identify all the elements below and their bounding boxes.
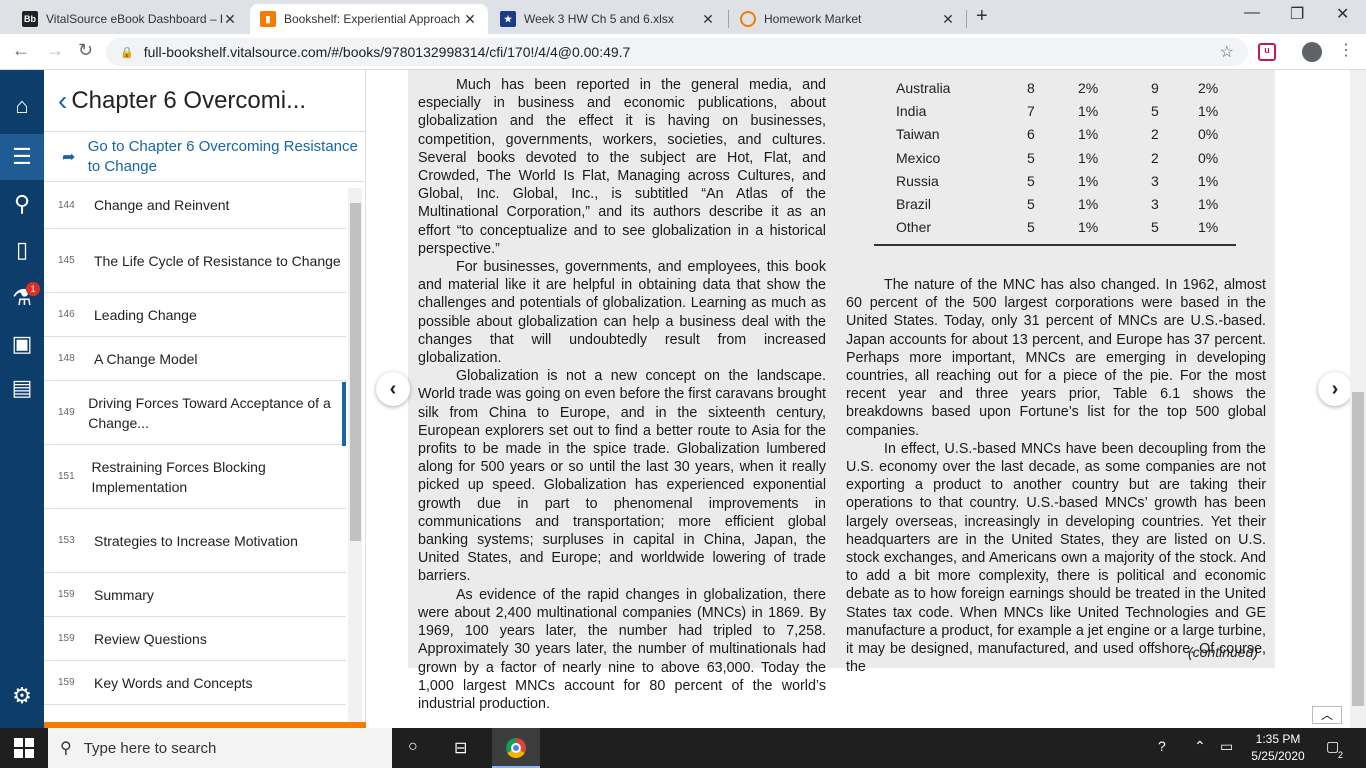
active-item-indicator [342, 382, 346, 446]
reader-area: Much has been reported in the general me… [366, 70, 1350, 728]
table-row: Mexico 5 1% 2 0% [896, 150, 1219, 166]
search-icon[interactable]: ⚲ [8, 190, 36, 218]
right-column: The nature of the MNC has also changed. … [846, 276, 1266, 676]
page-icon[interactable]: ▯ [8, 236, 36, 264]
reader-scrollbar-thumb[interactable] [1352, 392, 1364, 706]
table-row: Australia 8 2% 9 2% [896, 80, 1219, 96]
toc-item[interactable]: 159 Key Words and Concepts [44, 661, 346, 705]
notification-count: 2 [1338, 750, 1344, 760]
bookmark-star-icon[interactable]: ☆ [1220, 42, 1234, 62]
reader-scrollbar[interactable] [1350, 70, 1366, 728]
toc-item[interactable]: 159 Summary [44, 573, 346, 617]
paragraph: Globalization is not a new concept on th… [418, 368, 826, 585]
home-icon[interactable]: ⌂ [8, 92, 36, 120]
continued-label: (continued) [1188, 644, 1259, 660]
notification-badge: 1 [26, 282, 40, 296]
toc-item[interactable]: 145 The Life Cycle of Resistance to Chan… [44, 229, 346, 293]
close-tab-icon[interactable]: ✕ [462, 11, 478, 28]
cortana-icon[interactable]: ○ [408, 738, 418, 756]
toc-item-active[interactable]: 149 Driving Forces Toward Acceptance of … [44, 381, 346, 445]
paragraph: Much has been reported in the general me… [418, 77, 826, 257]
chapter-header[interactable]: ‹ Chapter 6 Overcomi... [44, 70, 365, 132]
table-row: Russia 5 1% 3 1% [896, 173, 1219, 189]
chevron-left-icon[interactable]: ‹ [58, 85, 67, 117]
reload-icon[interactable]: ↻ [78, 40, 93, 61]
lock-icon: 🔒 [120, 46, 134, 59]
table-row: Other 5 1% 5 1% [896, 219, 1219, 235]
chrome-taskbar-button[interactable] [492, 728, 540, 768]
profile-avatar[interactable] [1302, 42, 1322, 62]
url-text: full-bookshelf.vitalsource.com/#/books/9… [143, 44, 631, 60]
bookmark-icon: ▮ [260, 11, 276, 27]
browser-menu-icon[interactable]: ⋮ [1338, 40, 1354, 60]
toc-item[interactable]: 144 Change and Reinvent [44, 182, 346, 229]
table-row: India 7 1% 5 1% [896, 103, 1219, 119]
search-icon: ⚲ [60, 740, 72, 757]
taskbar-search-input[interactable]: ⚲ Type here to search [48, 728, 392, 768]
star-icon: ★ [500, 11, 516, 27]
table-row: Brazil 5 1% 3 1% [896, 196, 1219, 212]
back-arrow-icon[interactable]: ← [12, 40, 30, 61]
browser-toolbar: ← → ↻ 🔒 full-bookshelf.vitalsource.com/#… [0, 34, 1366, 70]
image-icon[interactable]: ▣ [8, 330, 36, 358]
toc-item[interactable]: 148 A Change Model [44, 337, 346, 381]
windows-taskbar: ⚲ Type here to search ○ ⊟ ? ⌃ ▭ 1:35 PM … [0, 728, 1366, 768]
table-row: Taiwan 6 1% 2 0% [896, 126, 1219, 142]
minimize-icon[interactable]: — [1244, 4, 1260, 22]
help-icon[interactable]: ? [1158, 738, 1166, 754]
next-page-button[interactable]: › [1318, 372, 1350, 406]
book-page: Much has been reported in the general me… [408, 70, 1275, 712]
windows-start-icon[interactable] [14, 738, 34, 758]
left-rail: ⌂ ☰ ⚲ ▯ ⚗ 1 ▣ ▤ ⚙ [0, 70, 44, 728]
tab-bookshelf[interactable]: ▮ Bookshelf: Experiential Approach ✕ [250, 4, 488, 34]
toc-item[interactable]: 146 Leading Change [44, 293, 346, 337]
restore-icon[interactable]: ❐ [1290, 4, 1304, 24]
tab-vitalsource-dashboard[interactable]: Bb VitalSource eBook Dashboard – E ✕ [12, 4, 248, 34]
close-tab-icon[interactable]: ✕ [222, 11, 238, 28]
close-tab-icon[interactable]: ✕ [700, 11, 716, 28]
tab-strip: Bb VitalSource eBook Dashboard – E ✕ ▮ B… [0, 0, 1366, 34]
tab-homework-market[interactable]: Homework Market ✕ [730, 4, 966, 34]
settings-gear-icon[interactable]: ⚙ [8, 682, 36, 710]
forward-arrow-icon[interactable]: → [46, 40, 64, 61]
address-bar[interactable]: 🔒 full-bookshelf.vitalsource.com/#/books… [106, 38, 1248, 66]
previous-page-button[interactable]: ‹ [376, 372, 410, 406]
task-view-icon[interactable]: ⊟ [454, 738, 467, 758]
chrome-icon [506, 738, 526, 758]
left-column: Much has been reported in the general me… [418, 76, 826, 713]
scroll-to-top-button[interactable]: ︿ [1312, 706, 1342, 724]
tray-chevron-icon[interactable]: ⌃ [1194, 738, 1206, 755]
notebook-icon[interactable]: ▤ [8, 374, 36, 402]
toc-item[interactable]: 159 Review Questions [44, 617, 346, 661]
chapter-title: Chapter 6 Overcomi... [71, 86, 307, 114]
toc-scrollbar-thumb[interactable] [350, 203, 361, 541]
toc-item[interactable]: 151 Restraining Forces Blocking Implemen… [44, 445, 346, 509]
close-tab-icon[interactable]: ✕ [940, 11, 956, 28]
paragraph: In effect, U.S.-based MNCs have been dec… [846, 440, 1266, 676]
network-icon[interactable]: ▭ [1220, 738, 1233, 755]
extension-icon[interactable]: u [1258, 43, 1276, 61]
paragraph: As evidence of the rapid changes in glob… [418, 586, 826, 712]
paragraph: The nature of the MNC has also changed. … [846, 277, 1266, 439]
close-window-icon[interactable]: ✕ [1336, 4, 1349, 24]
paragraph: For businesses, governments, and employe… [418, 259, 826, 367]
table-bottom-rule [874, 244, 1236, 246]
blackboard-icon: Bb [22, 11, 38, 27]
system-clock[interactable]: 1:35 PM 5/25/2020 [1248, 731, 1308, 765]
goto-chapter-label: Go to Chapter 6 Overcoming Resistance to… [87, 137, 358, 175]
toc-item[interactable]: 153 Strategies to Increase Motivation [44, 509, 346, 573]
go-arrow-icon: ➦ [62, 148, 76, 166]
tab-week3-hw[interactable]: ★ Week 3 HW Ch 5 and 6.xlsx ✕ [490, 4, 726, 34]
new-tab-button[interactable]: + [976, 5, 988, 28]
goto-chapter-link[interactable]: ➦ Go to Chapter 6 Overcoming Resistance … [44, 132, 364, 182]
table-of-contents-icon[interactable]: ☰ [0, 134, 44, 180]
homework-market-icon [740, 11, 756, 27]
table-of-contents-panel: ‹ Chapter 6 Overcomi... ➦ Go to Chapter … [44, 70, 366, 722]
toc-scrollbar[interactable] [348, 188, 362, 722]
